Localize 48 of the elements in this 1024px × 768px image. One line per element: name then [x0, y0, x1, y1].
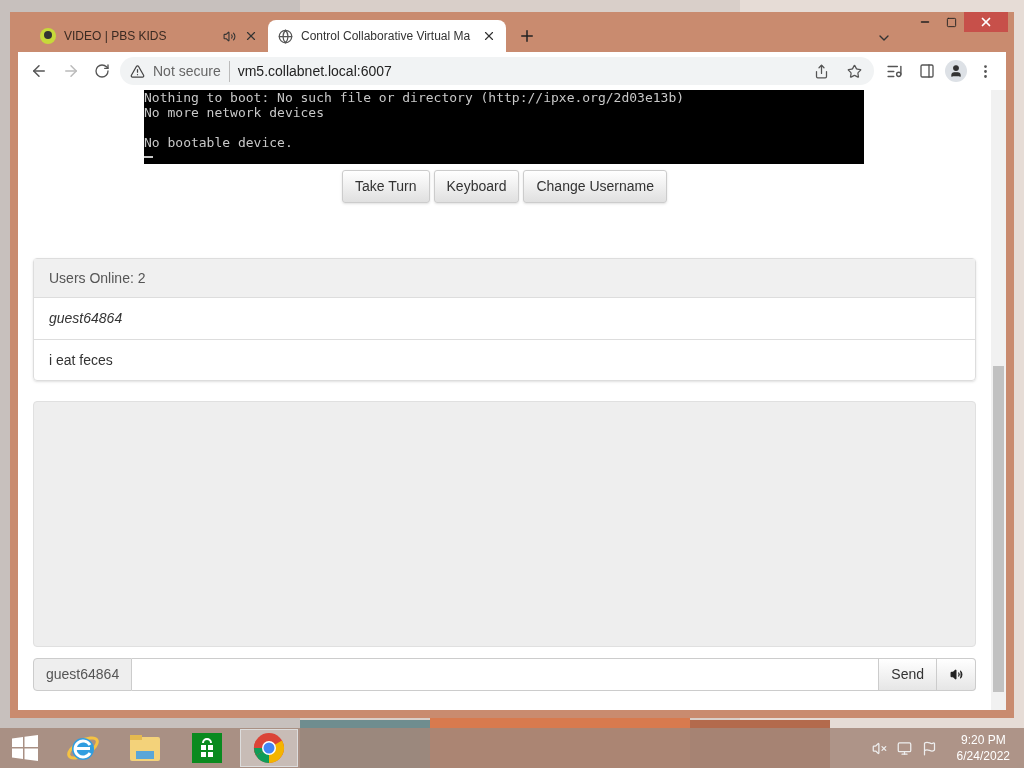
- vm-action-button[interactable]: Change Username: [523, 170, 667, 203]
- speaker-icon[interactable]: [223, 29, 236, 43]
- vm-action-button[interactable]: Take Turn: [342, 170, 430, 203]
- side-panel-icon[interactable]: [919, 63, 935, 79]
- close-icon: [979, 15, 993, 29]
- tab-title: Control Collaborative Virtual Ma: [301, 28, 472, 45]
- taskbar-app[interactable]: [240, 729, 298, 767]
- back-icon[interactable]: [30, 62, 48, 80]
- terminal-line: No more network devices: [144, 105, 325, 120]
- vm-action-button[interactable]: Keyboard: [433, 170, 520, 203]
- security-label: Not secure: [153, 60, 230, 82]
- tab-title: VIDEO | PBS KIDS: [64, 28, 168, 45]
- network-icon[interactable]: [896, 740, 912, 756]
- cursor-icon: [144, 156, 153, 158]
- username-label: guest64864: [33, 658, 133, 691]
- globe-icon: [278, 28, 293, 44]
- clock-date: 6/24/2022: [956, 748, 1010, 764]
- url-text: vm5.collabnet.local:6007: [237, 61, 393, 81]
- share-icon[interactable]: [814, 63, 829, 79]
- flag-icon[interactable]: [921, 740, 937, 756]
- users-header: Users Online: 2: [34, 259, 975, 298]
- clock-time: 9:20 PM: [960, 732, 1006, 748]
- browser-tab[interactable]: Control Collaborative Virtual Ma: [268, 20, 506, 52]
- new-tab-icon[interactable]: [518, 27, 536, 45]
- muted-speaker-icon[interactable]: [871, 740, 887, 756]
- user-item[interactable]: i eat feces: [34, 339, 975, 380]
- terminal-line: No bootable device.: [144, 135, 294, 150]
- scrollbar[interactable]: [991, 90, 1006, 710]
- chrome-icon[interactable]: [253, 732, 285, 764]
- star-icon[interactable]: [847, 63, 862, 79]
- profile-avatar[interactable]: [945, 60, 967, 82]
- close-tab-icon[interactable]: [482, 29, 496, 43]
- close-button[interactable]: [964, 12, 1008, 32]
- shopping-bag-icon[interactable]: [192, 733, 222, 763]
- vm-screen[interactable]: Nothing to boot: No such file or directory (http://ipxe.org/2d03e13b) No more network devices No bootable device.: [144, 90, 864, 164]
- speaker-icon: [949, 668, 963, 681]
- tab-favicon-icon: [40, 28, 56, 44]
- sound-button[interactable]: [937, 658, 976, 691]
- windows-logo-icon[interactable]: [12, 735, 38, 761]
- warning-icon: [130, 63, 145, 79]
- terminal-line: Nothing to boot: No such file or directory (http://ipxe.org/2d03e13b): [144, 90, 686, 105]
- address-bar[interactable]: Not secure vm5.collabnet.local:6007: [120, 57, 874, 85]
- maximize-icon: [945, 16, 957, 28]
- chat-input[interactable]: [132, 658, 879, 691]
- browser-tab[interactable]: VIDEO | PBS KIDS: [30, 20, 268, 52]
- user-item[interactable]: guest64864: [34, 298, 975, 339]
- reload-icon[interactable]: [94, 63, 110, 79]
- send-button[interactable]: Send: [878, 658, 937, 691]
